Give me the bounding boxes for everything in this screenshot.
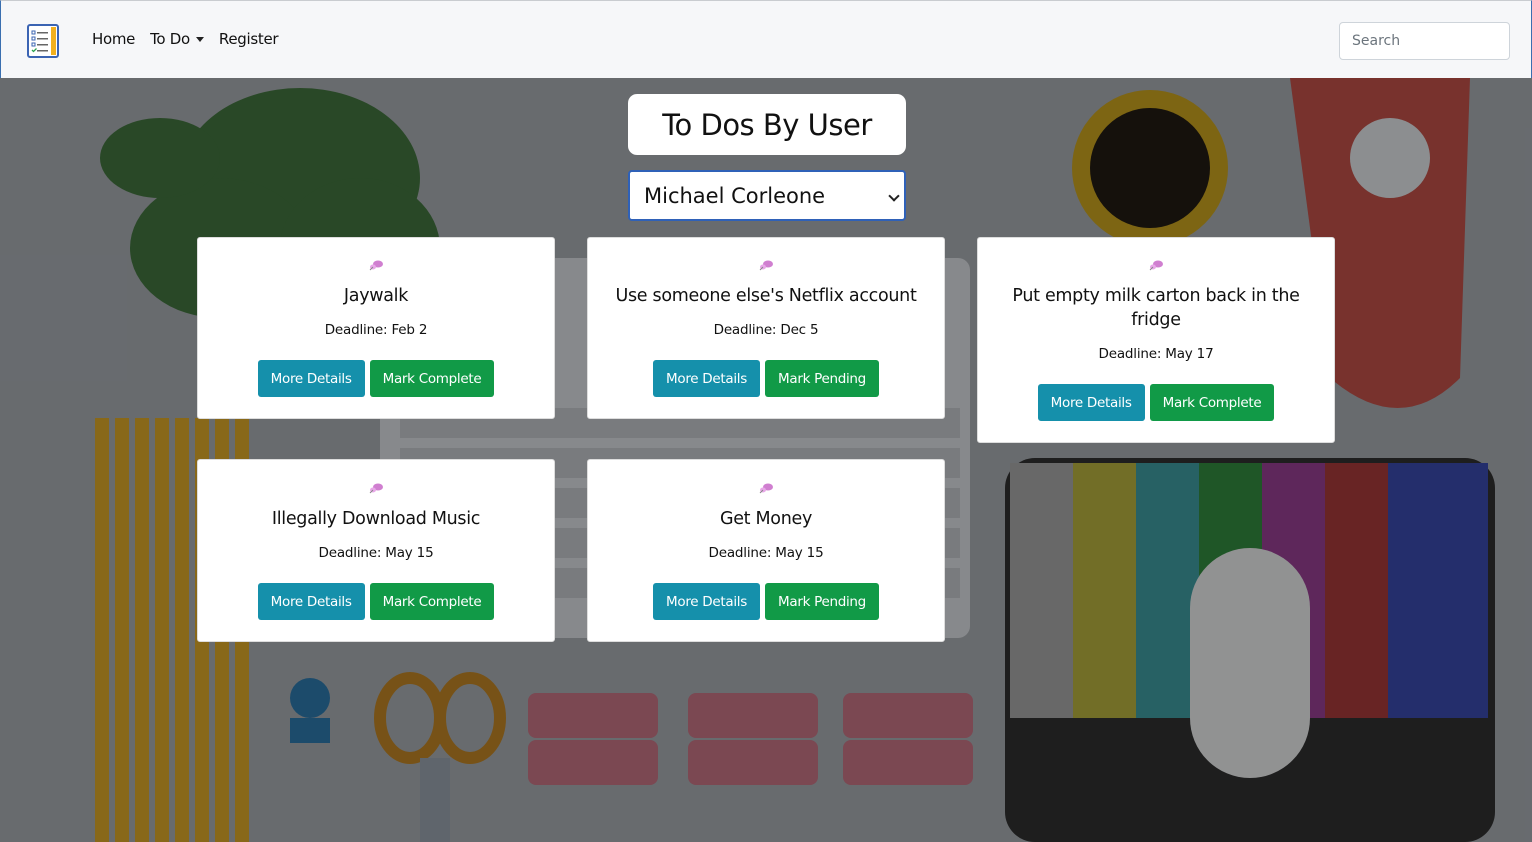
selected-user-label: Michael Corleone	[644, 183, 826, 208]
todo-title: Get Money	[719, 509, 813, 529]
pushpin-icon	[759, 483, 773, 494]
todo-deadline: Deadline: Feb 2	[324, 322, 428, 338]
user-select-dropdown[interactable]: Michael Corleone	[628, 170, 906, 221]
nav-register-link[interactable]: Register	[219, 30, 279, 48]
todo-card: Illegally Download Music Deadline: May 1…	[197, 459, 555, 642]
caret-down-icon	[195, 37, 204, 42]
checklist-icon[interactable]	[27, 24, 59, 58]
mark-complete-button[interactable]: Mark Complete	[1149, 384, 1275, 421]
todo-card: Use someone else's Netflix account Deadl…	[587, 237, 945, 419]
nav-links: Home To Do Register	[92, 30, 279, 48]
pushpin-icon	[1149, 260, 1163, 271]
pushpin-icon	[369, 260, 383, 271]
page-title: To Dos By User	[628, 94, 906, 155]
card-actions: More Details Mark Complete	[198, 583, 554, 620]
more-details-button[interactable]: More Details	[1037, 384, 1145, 421]
more-details-button[interactable]: More Details	[653, 583, 760, 620]
todo-title: Jaywalk	[343, 286, 409, 306]
more-details-button[interactable]: More Details	[653, 360, 760, 397]
more-details-button[interactable]: More Details	[257, 360, 365, 397]
mark-pending-button[interactable]: Mark Pending	[765, 583, 879, 620]
nav-todo-dropdown[interactable]: To Do	[150, 30, 204, 48]
navbar: Home To Do Register	[0, 0, 1532, 78]
todo-deadline: Deadline: May 17	[1098, 346, 1214, 362]
mark-complete-button[interactable]: Mark Complete	[369, 583, 495, 620]
todo-card: Get Money Deadline: May 15 More Details …	[587, 459, 945, 642]
todo-title: Use someone else's Netflix account	[615, 286, 917, 306]
mark-pending-button[interactable]: Mark Pending	[765, 360, 879, 397]
card-actions: More Details Mark Pending	[588, 583, 944, 620]
todo-deadline: Deadline: May 15	[708, 545, 824, 561]
search-input[interactable]	[1339, 22, 1510, 60]
card-actions: More Details Mark Complete	[198, 360, 554, 397]
todo-card: Jaywalk Deadline: Feb 2 More Details Mar…	[197, 237, 555, 419]
card-actions: More Details Mark Complete	[978, 384, 1334, 421]
more-details-button[interactable]: More Details	[257, 583, 365, 620]
chevron-down-icon	[888, 190, 900, 202]
mark-complete-button[interactable]: Mark Complete	[369, 360, 495, 397]
pushpin-icon	[759, 260, 773, 271]
todo-deadline: Deadline: Dec 5	[713, 322, 819, 338]
card-actions: More Details Mark Pending	[588, 360, 944, 397]
todo-title: Illegally Download Music	[271, 509, 481, 529]
todo-title: Put empty milk carton back in the fridge	[1012, 286, 1300, 330]
todo-deadline: Deadline: May 15	[318, 545, 434, 561]
pushpin-icon	[369, 483, 383, 494]
nav-home-link[interactable]: Home	[92, 30, 135, 48]
nav-todo-label: To Do	[150, 30, 190, 48]
todo-card: Put empty milk carton back in the fridge…	[977, 237, 1335, 443]
